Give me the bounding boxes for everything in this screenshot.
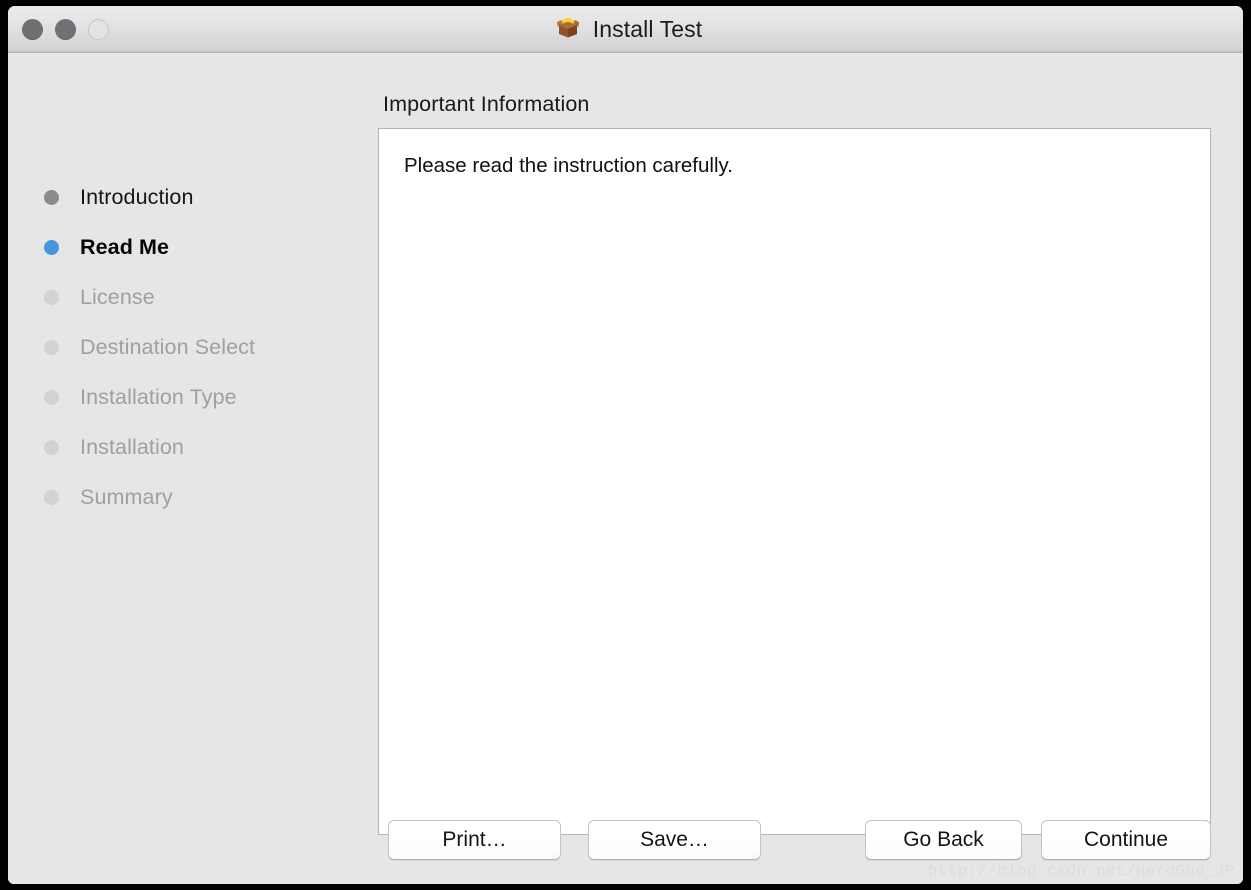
window-controls [22, 19, 109, 40]
save-button[interactable]: Save… [588, 820, 761, 860]
sidebar-item-label: Summary [80, 484, 173, 509]
minimize-button[interactable] [55, 19, 76, 40]
installer-step-list: Introduction Read Me License Destination… [44, 172, 364, 522]
installer-window: Install Test Introduction Read Me Licens… [8, 6, 1243, 884]
readme-text-area[interactable]: Please read the instruction carefully. [378, 128, 1211, 835]
package-box-icon [553, 12, 583, 47]
step-bullet-icon [44, 439, 59, 455]
sidebar-item-label: Read Me [80, 234, 170, 259]
step-bullet-icon [44, 489, 59, 505]
sidebar-item-label: Introduction [80, 184, 194, 209]
readme-body-text: Please read the instruction carefully. [404, 154, 733, 177]
page-title: Important Information [383, 92, 590, 116]
continue-button[interactable]: Continue [1041, 820, 1211, 860]
step-bullet-icon [44, 239, 59, 255]
window-title-group: Install Test [553, 12, 702, 47]
step-bullet-icon [44, 389, 59, 405]
sidebar-item-installation[interactable]: Installation [44, 422, 364, 472]
sidebar-item-label: License [80, 284, 155, 309]
sidebar-item-label: Installation [80, 434, 184, 459]
print-button[interactable]: Print… [388, 820, 561, 860]
step-bullet-icon [44, 289, 59, 305]
sidebar-item-read-me[interactable]: Read Me [44, 222, 364, 272]
go-back-button[interactable]: Go Back [865, 820, 1022, 860]
close-button[interactable] [22, 19, 43, 40]
zoom-button[interactable] [88, 19, 109, 40]
sidebar-item-installation-type[interactable]: Installation Type [44, 372, 364, 422]
sidebar-item-introduction[interactable]: Introduction [44, 172, 364, 222]
sidebar-item-label: Destination Select [80, 334, 256, 359]
window-title: Install Test [592, 15, 703, 42]
sidebar-item-destination-select[interactable]: Destination Select [44, 322, 364, 372]
sidebar-item-license[interactable]: License [44, 272, 364, 322]
step-bullet-icon [44, 189, 59, 205]
installer-content: Introduction Read Me License Destination… [8, 53, 1243, 884]
sidebar-item-label: Installation Type [80, 384, 237, 409]
sidebar-item-summary[interactable]: Summary [44, 472, 364, 522]
window-titlebar: Install Test [8, 6, 1243, 53]
step-bullet-icon [44, 339, 59, 355]
watermark-text: http://blog.csdn.net/HeroGuo_JP [928, 862, 1235, 880]
